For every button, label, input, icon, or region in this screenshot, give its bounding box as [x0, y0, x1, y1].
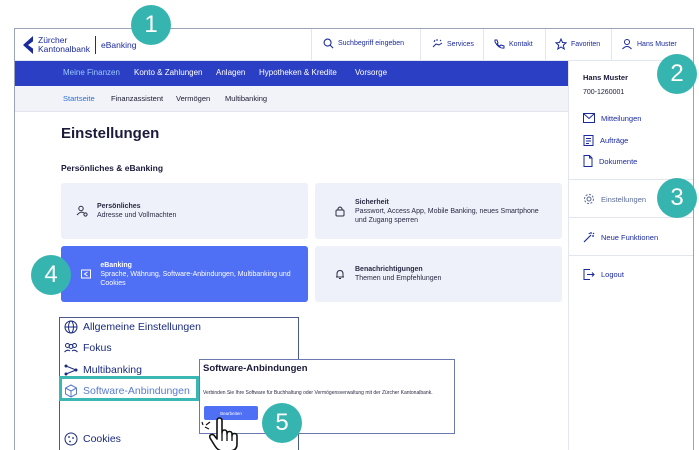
sidebar-item-dokumente[interactable]: Dokumente: [583, 155, 637, 167]
click-indicator-icon: [201, 421, 211, 430]
product-name: eBanking: [101, 40, 137, 50]
menu-item-cookies[interactable]: Cookies: [64, 432, 121, 446]
card-desc: Adresse und Vollmachten: [97, 212, 177, 219]
ebanking-icon: [80, 269, 91, 279]
logout-icon: [583, 269, 595, 280]
subnav-finanzassistent[interactable]: Finanzassistent: [111, 94, 163, 103]
person-settings-icon: [76, 205, 88, 217]
header-divider: [311, 29, 312, 61]
card-title: Benachrichtigungen: [355, 266, 423, 273]
header-divider: [611, 29, 612, 61]
subnav-multibanking[interactable]: Multibanking: [225, 94, 267, 103]
card-title: eBanking: [100, 261, 132, 269]
star-icon: [555, 38, 567, 50]
top-header: Zürcher Kantonalbank eBanking Suchbegrif…: [15, 29, 693, 61]
card-desc: Themen und Empfehlungen: [355, 275, 442, 282]
card-sicherheit[interactable]: Sicherheit Passwort, Access App, Mobile …: [315, 183, 562, 239]
software-anbindungen-highlight: [59, 376, 199, 401]
cookie-icon: [64, 432, 78, 446]
kontakt-link[interactable]: Kontakt: [493, 38, 533, 50]
services-link[interactable]: Services: [431, 38, 474, 50]
popover-title: Software-Anbindungen: [203, 363, 308, 374]
users-group-icon: [64, 343, 78, 353]
zkb-logo-icon: [23, 36, 33, 54]
clipboard-icon: [583, 135, 594, 146]
user-menu[interactable]: Hans Muster: [621, 38, 677, 50]
step-badge-2: 2: [657, 54, 697, 94]
user-icon: [622, 39, 632, 50]
search-placeholder: Suchbegriff eingeben: [338, 40, 405, 47]
card-persoenliches[interactable]: Persönliches Adresse und Vollmachten: [61, 183, 308, 239]
page-title: Einstellungen: [61, 125, 160, 142]
sidebar-item-logout[interactable]: Logout: [583, 269, 624, 280]
card-ebanking[interactable]: eBanking Sprache, Währung, Software-Anbi…: [61, 246, 308, 302]
mail-icon: [583, 113, 595, 123]
header-divider: [483, 29, 484, 61]
nav-hypotheken-kredite[interactable]: Hypotheken & Kredite: [259, 68, 337, 77]
nav-anlagen[interactable]: Anlagen: [216, 68, 245, 77]
brand-line-2: Kantonalbank: [38, 44, 90, 54]
header-divider: [545, 29, 546, 61]
menu-item-multibanking[interactable]: Multibanking: [64, 364, 142, 376]
bell-icon: [336, 269, 344, 279]
card-title: Persönliches: [97, 203, 141, 210]
step-badge-3: 3: [657, 178, 697, 218]
header-divider: [420, 29, 421, 61]
menu-item-allgemeine-einstellungen[interactable]: Allgemeine Einstellungen: [64, 320, 201, 334]
card-desc: Sprache, Währung, Software-Anbindungen, …: [100, 270, 291, 287]
step-badge-4: 4: [31, 255, 71, 295]
step-badge-5: 5: [262, 403, 302, 443]
nav-vorsorge[interactable]: Vorsorge: [355, 68, 387, 77]
card-desc: Passwort, Access App, Mobile Banking, ne…: [355, 207, 539, 224]
services-hand-icon: [432, 39, 443, 48]
globe-icon: [64, 320, 78, 334]
subnav-vermoegen[interactable]: Vermögen: [176, 94, 210, 103]
sidebar-user-name: Hans Muster: [583, 73, 629, 82]
document-icon: [583, 155, 593, 167]
card-title: Sicherheit: [355, 198, 389, 206]
step-badge-1: 1: [131, 5, 171, 45]
sidebar-divider: [569, 255, 693, 256]
lock-icon: [335, 206, 345, 217]
card-benachrichtigungen[interactable]: Benachrichtigungen Themen und Empfehlung…: [315, 246, 562, 302]
gear-icon: [584, 194, 594, 204]
popover-text: Verbinden Sie Ihre Software für Buchhalt…: [203, 390, 433, 396]
nav-konto-zahlungen[interactable]: Konto & Zahlungen: [134, 68, 203, 77]
menu-item-fokus[interactable]: Fokus: [64, 342, 112, 354]
subnav-startseite[interactable]: Startseite: [63, 94, 95, 103]
sidebar-item-auftraege[interactable]: Aufträge: [583, 134, 628, 146]
section-title: Persönliches & eBanking: [61, 163, 164, 173]
favoriten-link[interactable]: Favoriten: [555, 38, 600, 50]
app-window: Zürcher Kantonalbank eBanking Suchbegrif…: [14, 28, 694, 450]
hand-cursor-icon: [208, 417, 238, 450]
sub-nav: Startseite Finanzassistent Vermögen Mult…: [15, 86, 568, 112]
search-icon: [323, 38, 334, 49]
main-nav: Meine Finanzen Konto & Zahlungen Anlagen…: [15, 61, 568, 86]
sidebar-item-einstellungen[interactable]: Einstellungen: [583, 193, 646, 205]
phone-icon: [494, 39, 505, 49]
zkb-logo[interactable]: Zürcher Kantonalbank eBanking: [23, 36, 136, 54]
nav-meine-finanzen[interactable]: Meine Finanzen: [63, 68, 120, 77]
sidebar-item-mitteilungen[interactable]: Mitteilungen: [583, 113, 641, 123]
network-icon: [64, 364, 78, 376]
search-field[interactable]: Suchbegriff eingeben: [323, 38, 404, 49]
logo-divider: [95, 36, 96, 54]
sidebar-user-number: 700-1260001: [583, 89, 625, 96]
user-sidebar: Hans Muster 700-1260001 Mitteilungen Auf…: [568, 61, 693, 450]
magic-wand-icon: [583, 232, 595, 243]
sidebar-item-neue-funktionen[interactable]: Neue Funktionen: [583, 231, 658, 243]
